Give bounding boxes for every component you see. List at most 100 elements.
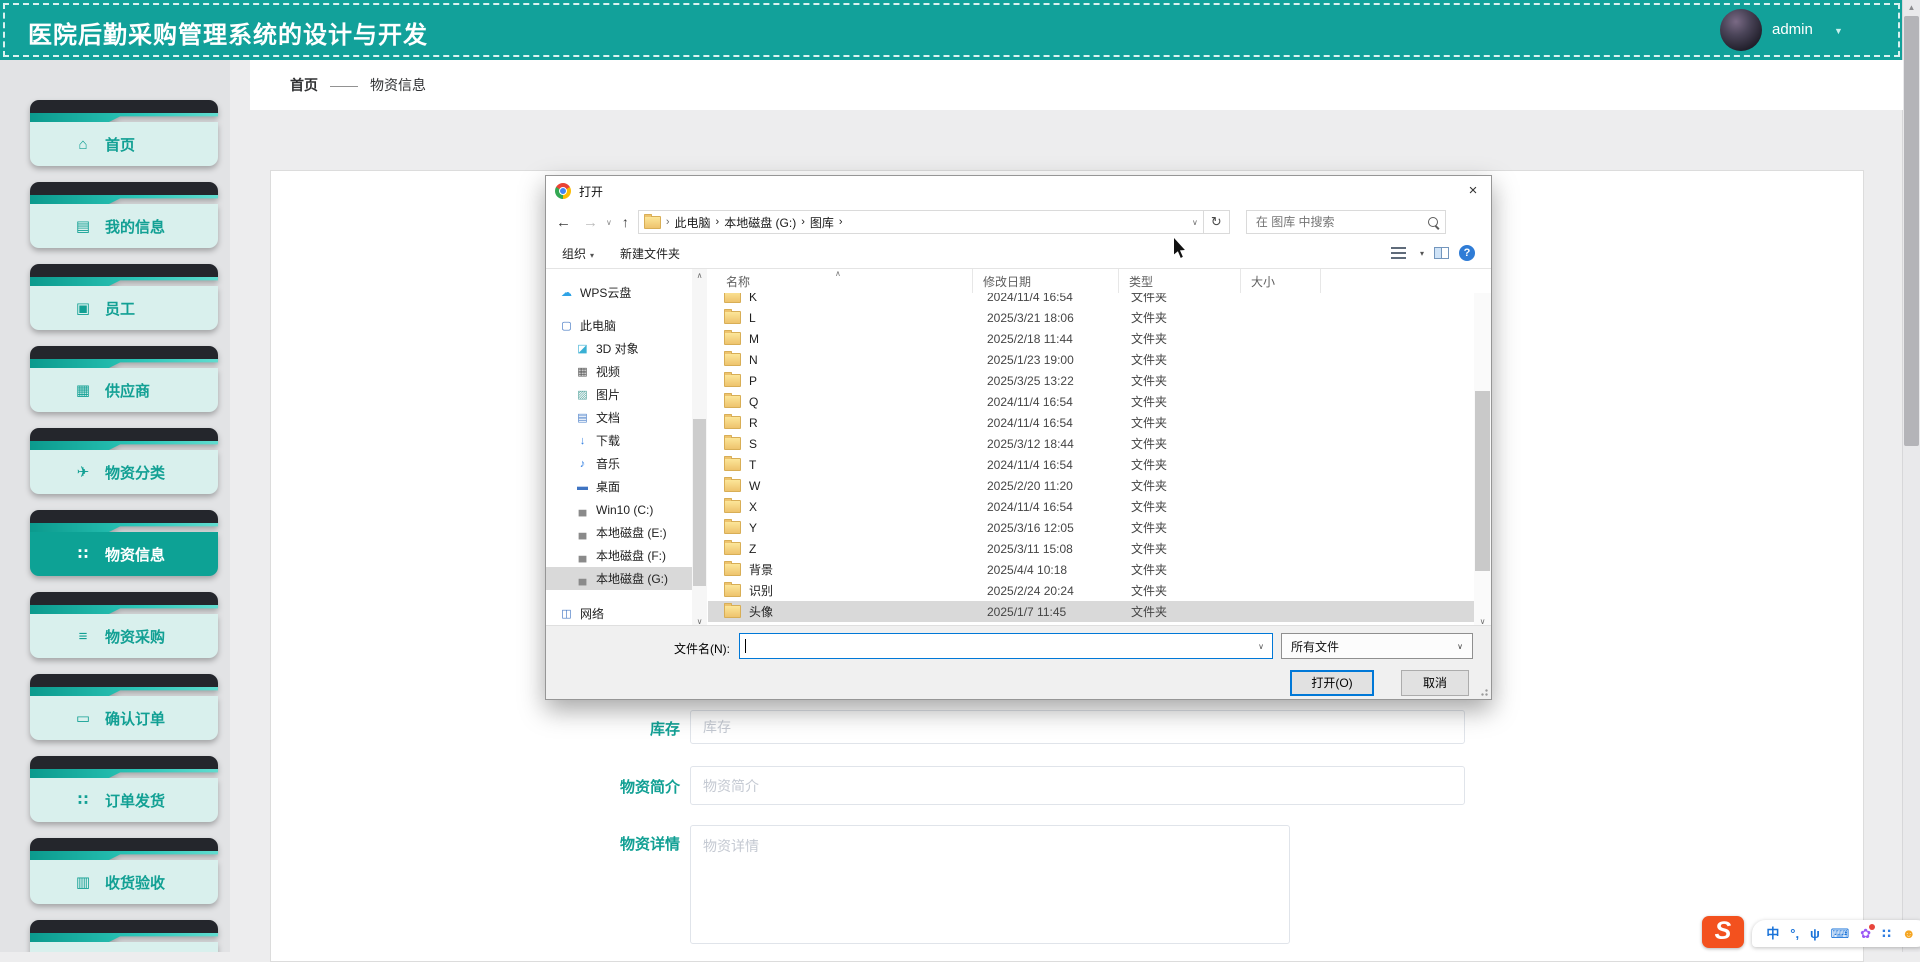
背景[interactable]: 背景 2025/4/4 10:18 文件夹	[708, 559, 1474, 580]
tree-item[interactable]: ▤ 文档	[546, 406, 692, 429]
tree-item[interactable]: ▄ Win10 (C:)	[546, 498, 692, 521]
tree-item[interactable]: ♪ 音乐	[546, 452, 692, 475]
Q[interactable]: Q 2024/11/4 16:54 文件夹	[708, 391, 1474, 412]
sidebar-item[interactable]: ⌂ 首页	[30, 100, 218, 166]
cancel-button[interactable]: 取消	[1401, 670, 1469, 696]
address-crumb[interactable]: 图库 ›	[810, 214, 843, 231]
tree-item[interactable]: ▢ 此电脑	[546, 314, 692, 337]
toolbox-icon[interactable]: ∷	[1882, 927, 1891, 940]
open-button[interactable]: 打开(O)	[1290, 670, 1374, 696]
user-dropdown-caret-icon[interactable]: ▼	[1834, 26, 1843, 36]
tree-item[interactable]: ◪ 3D 对象	[546, 337, 692, 360]
new-folder-button[interactable]: 新建文件夹	[620, 245, 680, 262]
sidebar-item[interactable]: ▭ 确认订单	[30, 674, 218, 740]
tree-item[interactable]: ▦ 视频	[546, 360, 692, 383]
sidebar-item[interactable]: ∷ 物资信息	[30, 510, 218, 576]
R[interactable]: R 2024/11/4 16:54 文件夹	[708, 412, 1474, 433]
address-crumb[interactable]: 本地磁盘 (G:) ›	[724, 214, 805, 231]
close-icon[interactable]: ×	[1455, 176, 1491, 206]
tree-item[interactable]: ▄ 本地磁盘 (F:)	[546, 544, 692, 567]
preview-pane-icon[interactable]	[1434, 247, 1449, 259]
tree-item[interactable]: ▬ 桌面	[546, 475, 692, 498]
L[interactable]: L 2025/3/21 18:06 文件夹	[708, 307, 1474, 328]
tree-item[interactable]: ▨ 图片	[546, 383, 692, 406]
sidebar-item[interactable]: ▦ 供应商	[30, 346, 218, 412]
search-box[interactable]	[1245, 210, 1446, 234]
drive-g-icon: ▄	[578, 572, 587, 585]
column-header-size[interactable]: 大小	[1241, 269, 1321, 293]
stock-input[interactable]	[690, 710, 1465, 744]
sidebar-item[interactable]: ✈ 物资分类	[30, 428, 218, 494]
search-input[interactable]	[1253, 214, 1424, 230]
sidebar-item[interactable]: ∷ 订单发货	[30, 756, 218, 822]
address-dropdown-icon[interactable]: ∨	[1192, 218, 1198, 227]
input-method-toolbar[interactable]: 中 °, ψ ⌨ ✿ ∷ ☻	[1752, 920, 1920, 947]
P[interactable]: P 2025/3/25 13:22 文件夹	[708, 370, 1474, 391]
resize-grip[interactable]	[1478, 686, 1488, 696]
back-icon[interactable]: ←	[556, 214, 571, 231]
skin-icon[interactable]: ✿	[1860, 924, 1875, 940]
filetype-select[interactable]: 所有文件 ∨	[1281, 633, 1473, 659]
dialog-titlebar[interactable]: 打开	[546, 176, 1491, 206]
tree-scroll-up-icon[interactable]: ∧	[692, 271, 707, 280]
filename-field[interactable]: ∨	[739, 633, 1273, 659]
tree-item[interactable]: ▄ 本地磁盘 (E:)	[546, 521, 692, 544]
识别[interactable]: 识别 2025/2/24 20:24 文件夹	[708, 580, 1474, 601]
sidebar-item[interactable]: ▥ 收货验收	[30, 838, 218, 904]
username-label[interactable]: admin	[1772, 21, 1813, 38]
view-dropdown-icon[interactable]: ▾	[1420, 249, 1424, 258]
X[interactable]: X 2024/11/4 16:54 文件夹	[708, 496, 1474, 517]
up-icon[interactable]: ↑	[622, 214, 629, 230]
sidebar-item[interactable]: ≡ 物资采购	[30, 592, 218, 658]
intro-input[interactable]	[690, 766, 1465, 805]
breadcrumb-home[interactable]: 首页	[290, 75, 318, 95]
list-scrollbar[interactable]: ∧ ∨	[1474, 269, 1491, 628]
tree-item[interactable]: ▄ 本地磁盘 (G:)	[546, 567, 692, 590]
list-scrollbar-thumb[interactable]	[1475, 391, 1490, 571]
Z[interactable]: Z 2025/3/11 15:08 文件夹	[708, 538, 1474, 559]
address-bar[interactable]: › 此电脑 › 本地磁盘 (G:) › 图库 › ∨	[637, 210, 1204, 234]
chinese-english-toggle-icon[interactable]: 中	[1766, 927, 1779, 940]
refresh-icon[interactable]: ↻	[1203, 210, 1230, 234]
emoji-icon[interactable]: ☻	[1902, 927, 1916, 940]
sidebar-item[interactable]	[30, 920, 218, 952]
头像[interactable]: 头像 2025/1/7 11:45 文件夹	[708, 601, 1474, 622]
tree-item-label: 3D 对象	[596, 342, 639, 356]
sogou-logo[interactable]: S	[1702, 916, 1744, 948]
organize-button[interactable]: 组织 ▾	[562, 245, 594, 262]
avatar[interactable]	[1720, 9, 1762, 51]
punctuation-icon[interactable]: °,	[1790, 927, 1799, 940]
S[interactable]: S 2025/3/12 18:44 文件夹	[708, 433, 1474, 454]
microphone-icon[interactable]: ψ	[1810, 927, 1820, 940]
open-file-dialog: 打开 × ← → ∨ ↑ › 此电脑 › 本地磁盘 (G:) › 图库 › ∨ ↻	[545, 175, 1492, 700]
T[interactable]: T 2024/11/4 16:54 文件夹	[708, 454, 1474, 475]
tree-scrollbar-thumb[interactable]	[693, 419, 706, 586]
browser-scrollbar[interactable]: ▲	[1902, 0, 1920, 952]
sidebar-item-label: 首页	[105, 136, 136, 154]
W[interactable]: W 2025/2/20 11:20 文件夹	[708, 475, 1474, 496]
tree-scrollbar[interactable]: ∧ ∨	[692, 269, 707, 628]
column-header-type[interactable]: 类型	[1119, 269, 1241, 293]
filename-dropdown-icon[interactable]: ∨	[1250, 642, 1272, 651]
scrollbar-thumb[interactable]	[1904, 16, 1919, 446]
tree-item[interactable]: ☁ WPS云盘	[546, 281, 692, 304]
N[interactable]: N 2025/1/23 19:00 文件夹	[708, 349, 1474, 370]
M[interactable]: M 2025/2/18 11:44 文件夹	[708, 328, 1474, 349]
filename-input[interactable]	[746, 638, 1251, 654]
detail-textarea[interactable]	[690, 825, 1290, 944]
dialog-navbar: ← → ∨ ↑ › 此电脑 › 本地磁盘 (G:) › 图库 › ∨ ↻	[546, 206, 1491, 238]
keyboard-icon[interactable]: ⌨	[1831, 927, 1850, 940]
recent-locations-icon[interactable]: ∨	[606, 218, 612, 227]
sidebar-item[interactable]: ▣ 员工	[30, 264, 218, 330]
K[interactable]: K 2024/11/4 16:54 文件夹	[708, 293, 1474, 307]
Y[interactable]: Y 2025/3/16 12:05 文件夹	[708, 517, 1474, 538]
address-crumb[interactable]: 此电脑 ›	[675, 214, 720, 231]
scroll-up-icon[interactable]: ▲	[1903, 3, 1920, 12]
help-icon[interactable]: ?	[1459, 245, 1475, 261]
sidebar-item[interactable]: ▤ 我的信息	[30, 182, 218, 248]
supplier-icon: ▦	[75, 382, 91, 399]
tree-item[interactable]: ↓ 下载	[546, 429, 692, 452]
view-mode-icon[interactable]	[1390, 247, 1406, 259]
tree-item[interactable]: ◫ 网络	[546, 602, 692, 625]
column-header-date[interactable]: 修改日期	[973, 269, 1119, 293]
